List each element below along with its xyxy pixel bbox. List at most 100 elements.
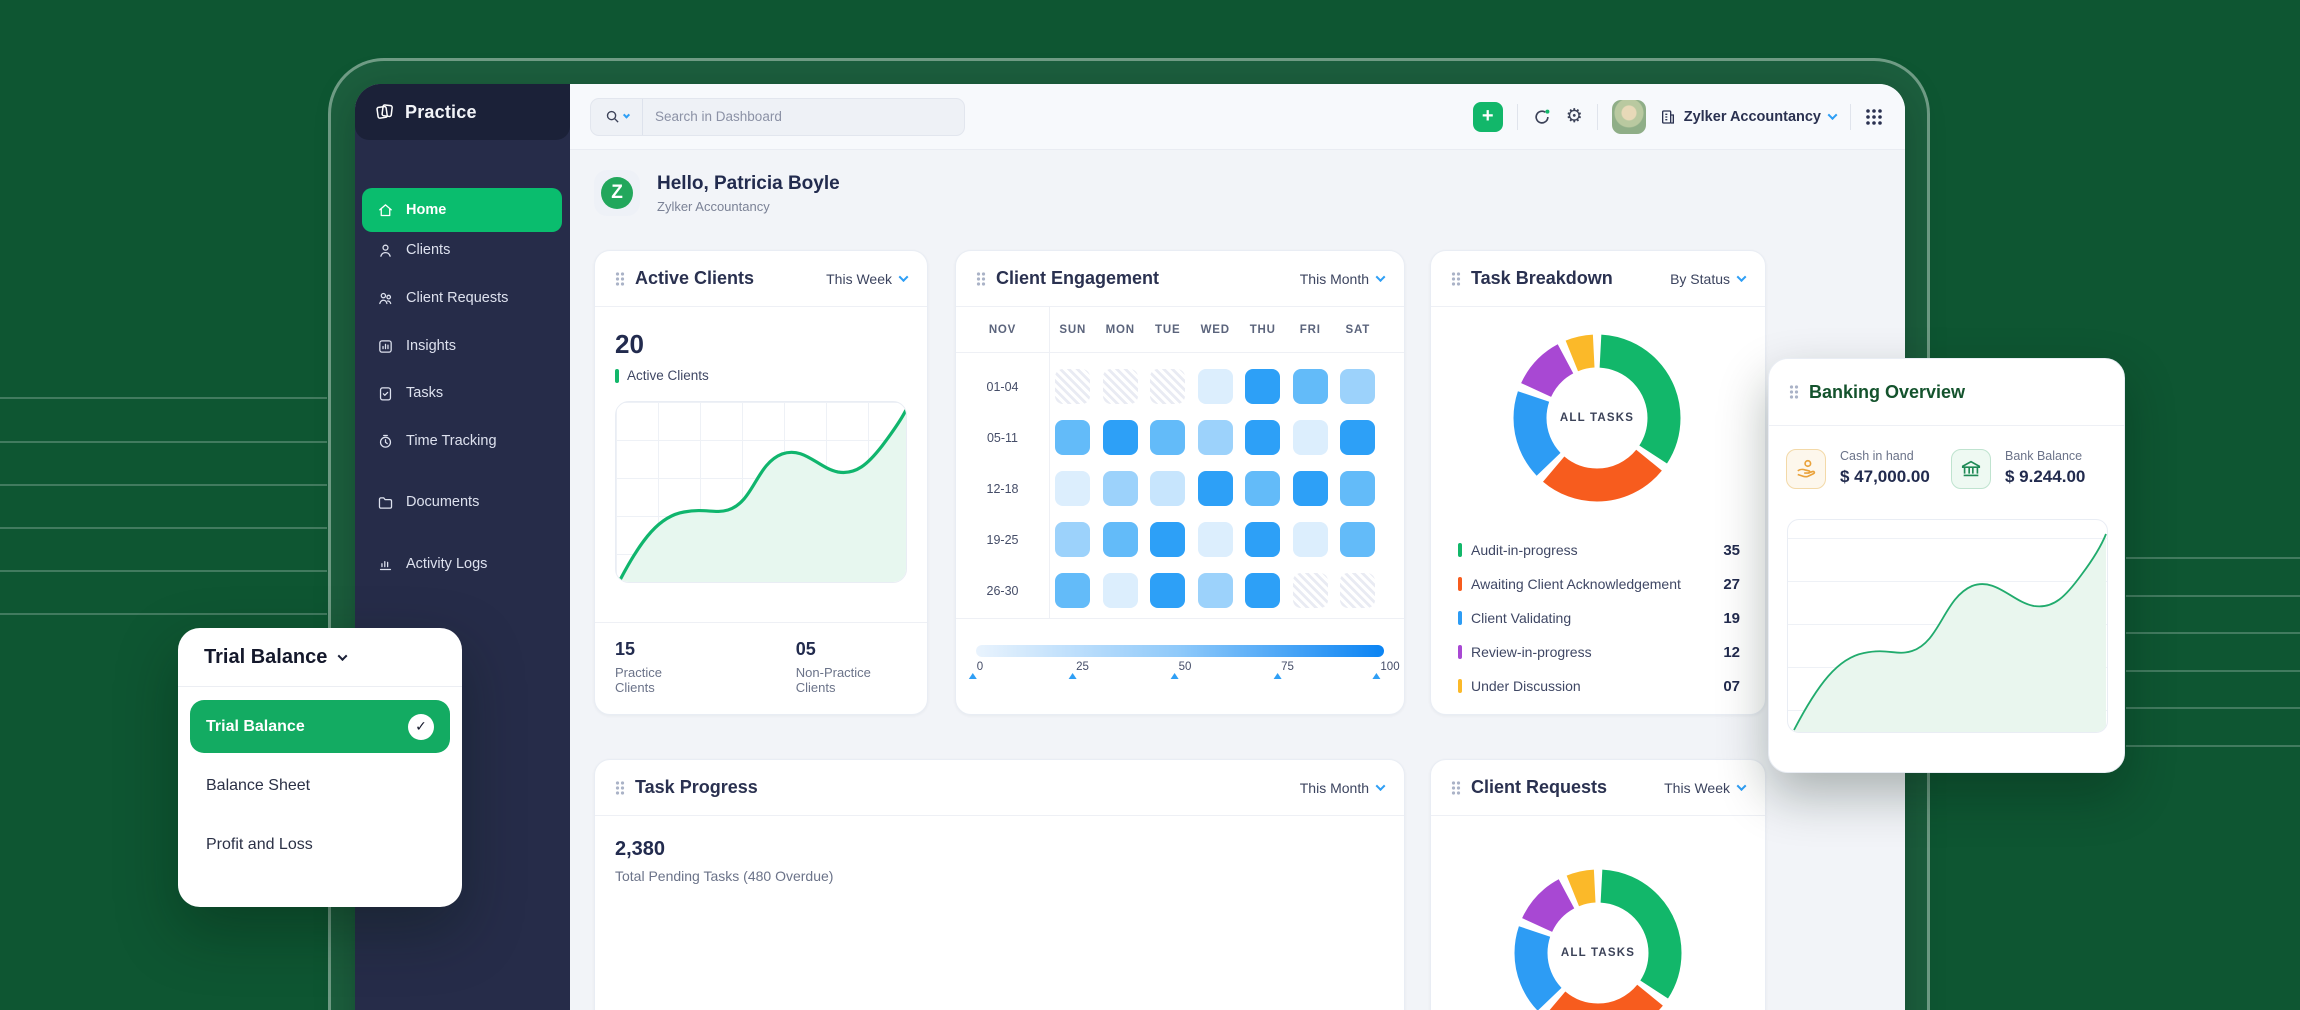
heatmap-cell[interactable]	[1150, 573, 1185, 608]
sidebar-item-label: Clients	[406, 242, 450, 258]
heatmap-cell[interactable]	[1055, 573, 1090, 608]
client-engagement-card: Client Engagement This Month NOV SUNMONT…	[955, 250, 1405, 715]
heatmap-cell[interactable]	[1103, 573, 1138, 608]
divider	[1517, 104, 1518, 130]
legend-swatch	[615, 369, 619, 383]
report-dropdown-toggle[interactable]: Trial Balance	[178, 628, 462, 687]
active-clients-value: 20	[615, 329, 907, 360]
report-option-label: Profit and Loss	[206, 836, 313, 854]
client-requests-card: Client Requests This Week ALL TASKS	[1430, 759, 1766, 1010]
heatmap-cell[interactable]	[1198, 471, 1233, 506]
org-name: Zylker Accountancy	[1684, 109, 1821, 125]
divider	[1597, 104, 1598, 130]
drag-handle-icon[interactable]	[615, 272, 625, 286]
settings-gear-icon[interactable]: ⚙	[1566, 105, 1583, 128]
legend-row: Awaiting Client Acknowledgement 27	[1458, 573, 1740, 595]
heatmap-day-header: SUN	[1049, 324, 1097, 336]
search-scope-toggle[interactable]	[591, 99, 643, 135]
heatmap-cell[interactable]	[1293, 420, 1328, 455]
search-box[interactable]	[590, 98, 965, 136]
heatmap-week-label: 05-11	[956, 431, 1049, 445]
heatmap-cell[interactable]	[1340, 471, 1375, 506]
heatmap-gradient-bar	[976, 645, 1384, 657]
range-select[interactable]: By Status	[1670, 271, 1745, 287]
heatmap-cell[interactable]	[1245, 369, 1280, 404]
non-practice-clients-value: 05	[796, 639, 907, 660]
sidebar-item-clients[interactable]: Clients	[362, 228, 562, 272]
heatmap-cell[interactable]	[1198, 420, 1233, 455]
drag-handle-icon[interactable]	[1789, 385, 1799, 399]
heatmap-day-header: THU	[1239, 324, 1287, 336]
active-clients-chart	[615, 401, 907, 583]
report-option-trial-balance[interactable]: Trial Balance✓	[190, 700, 450, 753]
heatmap-cell[interactable]	[1245, 522, 1280, 557]
sidebar-item-insights[interactable]: Insights	[362, 324, 562, 368]
heatmap-cell[interactable]	[1150, 420, 1185, 455]
heatmap-cell[interactable]	[1293, 573, 1328, 608]
bank-icon	[1951, 449, 1991, 489]
heatmap-cell[interactable]	[1055, 369, 1090, 404]
heatmap-scale-tick: 50	[1171, 661, 1192, 673]
sidebar-item-home[interactable]: Home	[362, 188, 562, 232]
drag-handle-icon[interactable]	[1451, 781, 1461, 795]
heatmap-cell[interactable]	[1055, 522, 1090, 557]
sidebar-item-documents[interactable]: Documents	[362, 480, 562, 524]
legend-label: Audit-in-progress	[1471, 542, 1578, 558]
heatmap-cell[interactable]	[1150, 471, 1185, 506]
documents-icon	[377, 494, 394, 511]
apps-grid-icon[interactable]	[1865, 108, 1883, 126]
heatmap-cell[interactable]	[1293, 522, 1328, 557]
heatmap-cell[interactable]	[1103, 471, 1138, 506]
heatmap-cell[interactable]	[1150, 522, 1185, 557]
org-switcher[interactable]: Zylker Accountancy	[1660, 109, 1836, 125]
scale-marker-icon	[1273, 661, 1281, 679]
org-avatar: Z	[594, 170, 640, 216]
scale-marker-icon	[969, 661, 977, 679]
heatmap-cell[interactable]	[1340, 369, 1375, 404]
report-option-profit-and-loss[interactable]: Profit and Loss	[190, 818, 450, 871]
heatmap-scale-tick: 75	[1273, 661, 1294, 673]
range-select[interactable]: This Week	[826, 271, 907, 287]
heatmap-cell[interactable]	[1340, 522, 1375, 557]
sidebar-item-label: Client Requests	[406, 290, 508, 306]
banking-overview-card: Banking Overview Cash in hand $ 47,000.0…	[1768, 358, 2125, 773]
decorative-line	[2126, 632, 2300, 634]
heatmap-cell[interactable]	[1103, 420, 1138, 455]
sync-icon[interactable]	[1532, 107, 1552, 127]
brand-name: Practice	[405, 102, 477, 123]
report-option-balance-sheet[interactable]: Balance Sheet	[190, 759, 450, 812]
drag-handle-icon[interactable]	[1451, 272, 1461, 286]
range-select[interactable]: This Week	[1664, 780, 1745, 796]
heatmap-cell[interactable]	[1198, 522, 1233, 557]
heatmap-cell[interactable]	[1340, 420, 1375, 455]
heatmap-week-label: 01-04	[956, 380, 1049, 394]
heatmap-cell[interactable]	[1103, 369, 1138, 404]
heatmap-cell[interactable]	[1150, 369, 1185, 404]
sidebar-item-tasks[interactable]: Tasks	[362, 371, 562, 415]
heatmap-cell[interactable]	[1103, 522, 1138, 557]
heatmap-cell[interactable]	[1198, 573, 1233, 608]
brand-block[interactable]: Practice	[355, 84, 570, 140]
sidebar-item-activity-logs[interactable]: Activity Logs	[362, 542, 562, 586]
range-select[interactable]: This Month	[1300, 271, 1384, 287]
add-button[interactable]: +	[1473, 102, 1503, 132]
drag-handle-icon[interactable]	[976, 272, 986, 286]
donut-center-label: ALL TASKS	[1560, 412, 1634, 424]
heatmap-cell[interactable]	[1340, 573, 1375, 608]
search-input[interactable]	[643, 109, 964, 124]
heatmap-cell[interactable]	[1245, 573, 1280, 608]
cash-in-hand-value: $ 47,000.00	[1840, 467, 1930, 487]
heatmap-cell[interactable]	[1055, 471, 1090, 506]
client-requests-donut-chart	[1513, 868, 1683, 1010]
search-icon	[605, 109, 620, 124]
sidebar-item-time-tracking[interactable]: Time Tracking	[362, 419, 562, 463]
heatmap-cell[interactable]	[1198, 369, 1233, 404]
heatmap-cell[interactable]	[1245, 420, 1280, 455]
sidebar-item-client-requests[interactable]: Client Requests	[362, 276, 562, 320]
heatmap-cell[interactable]	[1293, 471, 1328, 506]
heatmap-cell[interactable]	[1245, 471, 1280, 506]
heatmap-cell[interactable]	[1293, 369, 1328, 404]
user-avatar[interactable]	[1612, 100, 1646, 134]
org-chevron-icon	[1828, 110, 1838, 120]
heatmap-cell[interactable]	[1055, 420, 1090, 455]
